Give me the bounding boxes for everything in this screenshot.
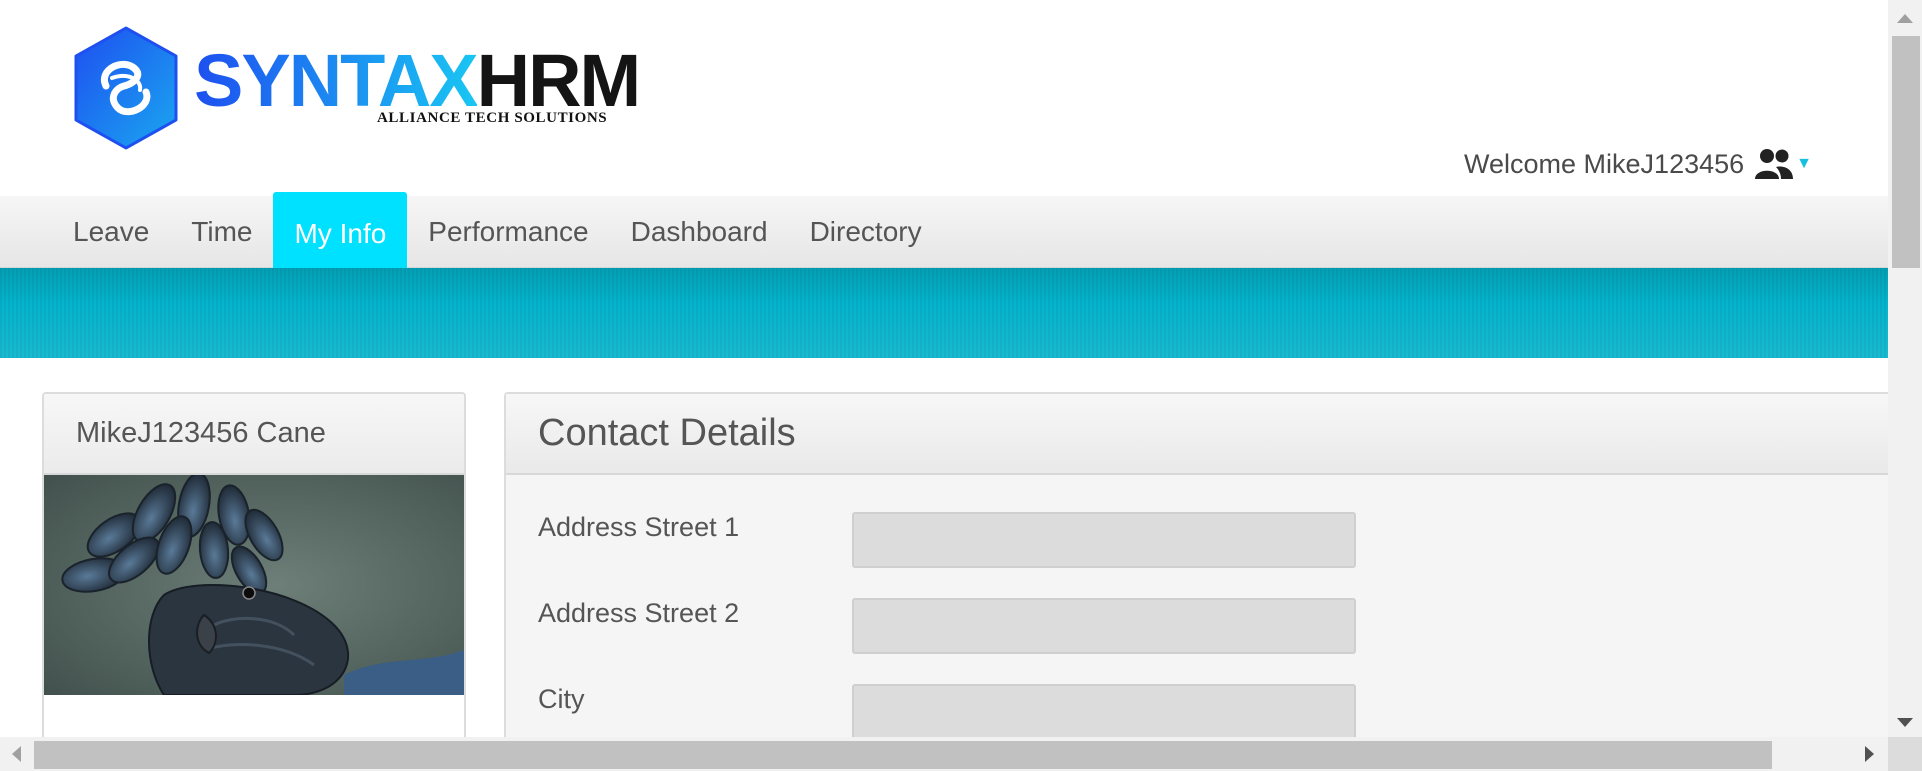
syntax-hexagon-logo-icon bbox=[74, 26, 178, 150]
welcome-text: Welcome MikeJ123456 bbox=[1464, 148, 1745, 179]
logo-wordmark: SYNTAXHRM bbox=[194, 44, 641, 118]
user-menu[interactable]: Welcome MikeJ123456 ▼ bbox=[1464, 146, 1812, 182]
profile-name: MikeJ123456 Cane bbox=[44, 394, 464, 475]
address-street-1-row: Address Street 1 bbox=[538, 512, 1438, 568]
header: SYNTAXHRM ALLIANCE TECH SOLUTIONS Welcom… bbox=[0, 0, 1888, 196]
address-street-2-row: Address Street 2 bbox=[538, 598, 1438, 654]
nav-item-leave[interactable]: Leave bbox=[52, 196, 170, 268]
vertical-scrollbar[interactable] bbox=[1888, 0, 1922, 737]
scroll-right-arrow-icon[interactable] bbox=[1865, 746, 1874, 762]
nav-list: Leave Time My Info Performance Dashboard Dire… bbox=[52, 192, 943, 276]
horizontal-scrollbar[interactable] bbox=[0, 737, 1888, 771]
scroll-left-arrow-icon[interactable] bbox=[12, 746, 21, 762]
contact-details-panel: Contact Details Address Street 1 Address… bbox=[504, 392, 1888, 737]
header-band bbox=[0, 268, 1888, 358]
profile-photo[interactable] bbox=[44, 475, 464, 695]
address-street-1-input[interactable] bbox=[852, 512, 1356, 568]
caret-down-icon[interactable]: ▼ bbox=[1796, 155, 1812, 173]
city-row: City bbox=[538, 684, 1438, 737]
users-icon bbox=[1755, 149, 1794, 179]
nav-item-dashboard[interactable]: Dashboard bbox=[610, 196, 789, 268]
logo-tagline: ALLIANCE TECH SOLUTIONS bbox=[377, 110, 608, 126]
city-label: City bbox=[538, 684, 585, 714]
contact-details-title: Contact Details bbox=[506, 394, 1888, 475]
address-street-2-input[interactable] bbox=[852, 598, 1356, 654]
profile-card: MikeJ123456 Cane bbox=[42, 392, 466, 737]
page-viewport: SYNTAXHRM ALLIANCE TECH SOLUTIONS Welcom… bbox=[0, 0, 1888, 737]
cockatoo-photo-image bbox=[44, 475, 464, 695]
scroll-down-arrow-icon[interactable] bbox=[1897, 718, 1913, 727]
main-nav: Leave Time My Info Performance Dashboard Dire… bbox=[0, 192, 1888, 276]
nav-item-time[interactable]: Time bbox=[170, 196, 273, 268]
address-street-1-label: Address Street 1 bbox=[538, 512, 740, 542]
nav-item-directory[interactable]: Directory bbox=[789, 196, 943, 268]
scroll-up-arrow-icon[interactable] bbox=[1897, 14, 1913, 23]
logo[interactable]: SYNTAXHRM ALLIANCE TECH SOLUTIONS bbox=[72, 26, 641, 150]
vertical-scroll-thumb[interactable] bbox=[1892, 36, 1920, 268]
city-input[interactable] bbox=[852, 684, 1356, 737]
nav-item-my-info[interactable]: My Info bbox=[273, 192, 408, 276]
address-street-2-label: Address Street 2 bbox=[538, 598, 740, 628]
horizontal-scroll-thumb[interactable] bbox=[34, 741, 1772, 769]
nav-item-performance[interactable]: Performance bbox=[407, 196, 609, 268]
scrollbar-corner bbox=[1888, 737, 1922, 771]
